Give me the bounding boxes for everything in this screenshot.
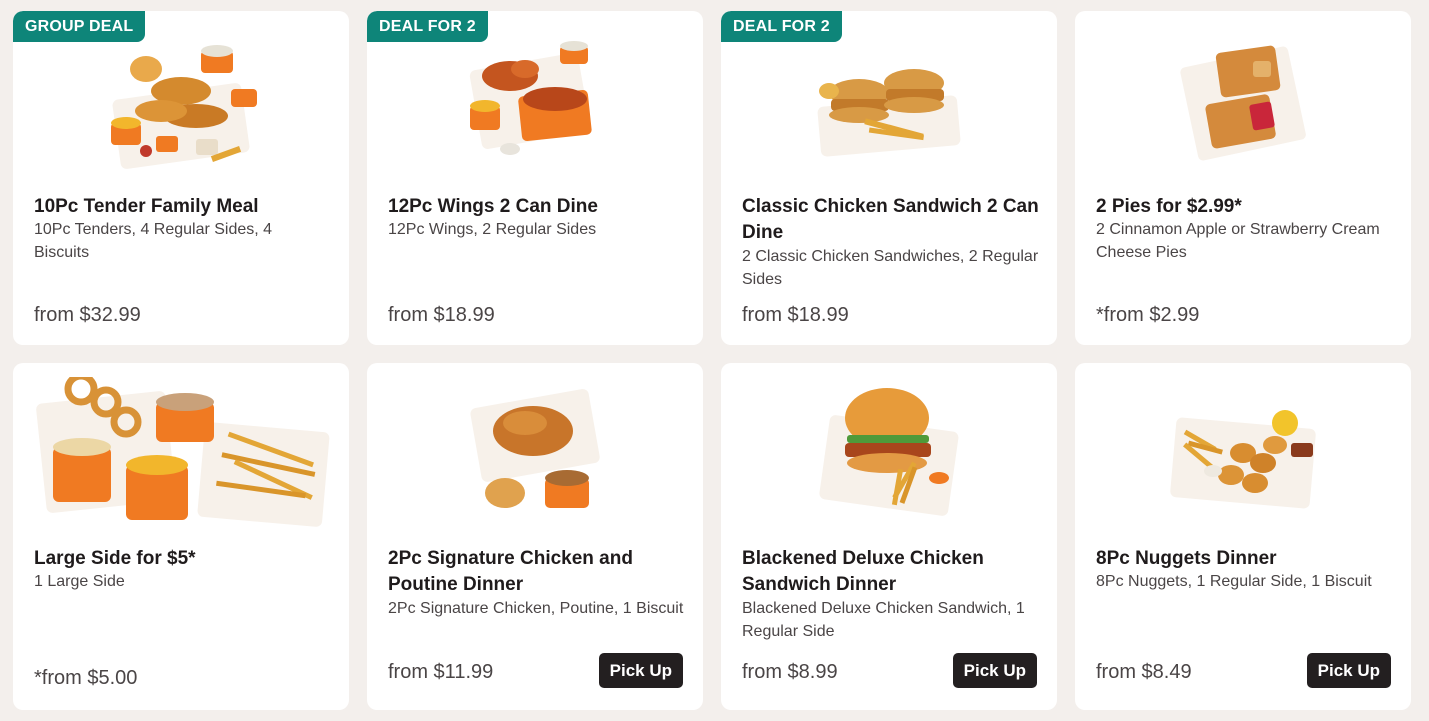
menu-card-8pc-nuggets[interactable]: 8Pc Nuggets Dinner 8Pc Nuggets, 1 Regula… (1075, 363, 1411, 710)
item-price: from $18.99 (742, 304, 849, 326)
item-price: *from $5.00 (34, 667, 138, 689)
pick-up-button[interactable]: Pick Up (598, 653, 683, 688)
menu-card-tender-family-meal[interactable]: GROUP DEAL 10Pc Tender Family Meal 10Pc … (13, 11, 349, 345)
item-description: 8Pc Nuggets, 1 Regular Side, 1 Biscuit (1096, 573, 1372, 590)
item-title: 12Pc Wings 2 Can Dine (388, 196, 598, 217)
item-price: from $8.49 (1096, 661, 1192, 683)
menu-card-classic-sandwich-2-can-dine[interactable]: DEAL FOR 2 Classic Chicken Sandwich 2 Ca… (721, 11, 1057, 345)
sandwich-combo-image (817, 69, 961, 157)
item-title: Classic Chicken Sandwich 2 Can Dine (742, 196, 1039, 243)
burger-dinner-image (819, 388, 959, 516)
nuggets-dinner-image (1170, 410, 1316, 509)
item-title: Large Side for $5* (34, 548, 196, 569)
menu-card-large-side[interactable]: Large Side for $5* 1 Large Side *from $5… (13, 363, 349, 710)
family-meal-image (111, 45, 257, 169)
pick-up-button[interactable]: Pick Up (952, 653, 1037, 688)
item-title: 2 Pies for $2.99* (1096, 196, 1242, 217)
item-description: 2 Classic Chicken Sandwiches, 2 Regular … (742, 248, 1039, 288)
menu-card-wings-2-can-dine[interactable]: DEAL FOR 2 12Pc Wings 2 Can Dine 12Pc Wi… (367, 11, 703, 345)
menu-grid: GROUP DEAL 10Pc Tender Family Meal 10Pc … (0, 0, 1429, 721)
menu-card-signature-chicken-poutine[interactable]: 2Pc Signature Chicken and Poutine Dinner… (367, 363, 703, 710)
item-title: Blackened Deluxe Chicken Sandwich Dinner (742, 548, 984, 595)
menu-card-blackened-deluxe-sandwich[interactable]: Blackened Deluxe Chicken Sandwich Dinner… (721, 363, 1057, 710)
poutine-dinner-image (470, 389, 600, 508)
item-title: 10Pc Tender Family Meal (34, 196, 259, 217)
item-description: 1 Large Side (34, 573, 125, 590)
item-title: 8Pc Nuggets Dinner (1096, 548, 1277, 569)
item-price: from $11.99 (388, 661, 494, 683)
large-side-image (36, 377, 330, 527)
item-description: 2 Cinnamon Apple or Strawberry Cream Che… (1096, 221, 1380, 261)
item-description: 2Pc Signature Chicken, Poutine, 1 Biscui… (388, 600, 684, 617)
pick-up-button[interactable]: Pick Up (1306, 653, 1391, 688)
item-description: 10Pc Tenders, 4 Regular Sides, 4 Biscuit… (34, 221, 273, 261)
item-price: from $8.99 (742, 661, 838, 683)
menu-card-2-pies[interactable]: 2 Pies for $2.99* 2 Cinnamon Apple or St… (1075, 11, 1411, 345)
wings-image (469, 41, 592, 155)
item-description: 12Pc Wings, 2 Regular Sides (388, 221, 597, 238)
item-price: from $18.99 (388, 304, 495, 326)
pies-image (1180, 45, 1306, 161)
item-price: from $32.99 (34, 304, 141, 326)
item-price: *from $2.99 (1096, 304, 1200, 326)
item-description: Blackened Deluxe Chicken Sandwich, 1 Reg… (742, 600, 1025, 640)
item-title: 2Pc Signature Chicken and Poutine Dinner (388, 548, 633, 595)
